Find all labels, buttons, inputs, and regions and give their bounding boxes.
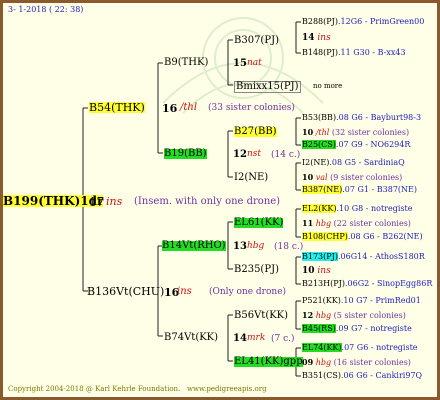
gen4-row: B25(CS).07 G9 - NO6294R [302, 140, 411, 149]
gen2-c-tag: hbg [247, 241, 265, 251]
gen2-d-note: (7 c.) [271, 334, 295, 344]
date-stamp: 3- 1-2018 ( 22: 38) [8, 5, 84, 14]
gen4-mating-row: 10 val (9 sister colonies) [302, 172, 403, 182]
gen4-row: B387(NE).07 G1 - B387(NE) [302, 185, 417, 194]
gen3-a2-note: no more [313, 82, 343, 90]
gen4-row: B108(CHP).08 G6 - B262(NE) [302, 232, 423, 241]
gen4-row: B45(RS).09 G7 - notregiste [302, 324, 412, 333]
gen4-mating-row: 10 ins [302, 266, 331, 276]
pedigree-chart: { "header": {"date": "3- 1-2018 ( 22: 38… [0, 0, 440, 400]
gen4-row: EL2(KK).10 G8 - notregiste [302, 204, 413, 213]
gen2-c-id: B14Vt(RHO) [162, 240, 226, 251]
gen4-row: EL74(KK).07 G6 - notregiste [302, 343, 418, 352]
gen4-row: B351(CS).06 G6 - Cankiri97Q [302, 371, 423, 380]
gen1-bottom-tag: ins [177, 286, 192, 297]
gen2-a-id: B9(THK) [164, 57, 209, 68]
gen4-mating-row: 11 hbg (22 sister colonies) [302, 218, 411, 228]
gen1-top-id: B54(THK) [89, 101, 145, 114]
gen1-top-num: 16 [162, 102, 178, 115]
gen4-mating-row: 10 /thl (32 sister colonies) [302, 127, 410, 137]
gen4-row: B213H(PJ).06G2 - SinopEgg86R [302, 279, 433, 288]
gen4-mating-row: 09 hbg (16 sister colonies) [302, 357, 411, 367]
gen1-bottom-id: B136Vt(CHU) [87, 285, 165, 298]
root-note: (Insem. with only one drone) [134, 196, 281, 207]
gen4-mating-row: 12 hbg (5 sister colonies) [302, 310, 406, 320]
footer-copyright: Copyright 2004-2018 @ Karl Kehrle Founda… [8, 385, 267, 393]
gen3-c2-id: B235(PJ) [234, 264, 279, 275]
footer-url[interactable]: www.pedigreeapis.org [187, 385, 267, 393]
gen2-d-num: 14 [233, 333, 247, 344]
gen1-bottom-note: (Only one drone) [209, 287, 287, 297]
gen3-d1-id: B56Vt(KK) [234, 310, 289, 321]
gen4-row: B148(PJ).11 G30 - B-xx43 [302, 48, 406, 57]
root-tag: ins [106, 195, 123, 208]
gen2-b-id: B19(BB) [164, 148, 207, 159]
gen2-b-tag: nst [247, 149, 262, 159]
gen3-b2-id: I2(NE) [234, 172, 269, 183]
gen2-c-note: (18 c.) [274, 242, 304, 252]
gen2-c-num: 13 [233, 241, 247, 252]
gen4-row: B53(BB).08 G6 - Bayburt98-3 [302, 113, 422, 122]
gen1-top-tag: /thl [180, 102, 198, 113]
gen3-b1-id: B27(BB) [234, 126, 277, 137]
gen4-row: P521(KK).10 G7 - PrimRed01 [302, 296, 421, 305]
gen2-a-tag: nat [247, 58, 262, 68]
gen4-row: B288(PJ).12G6 - PrimGreen00 [302, 17, 425, 26]
gen3-a1-id: B307(PJ) [234, 35, 279, 46]
gen4-row: B173(PJ).06G14 - AthosS180R [302, 252, 425, 261]
gen4-mating-row: 14 ins [302, 33, 331, 43]
gen3-d2-id: EL41(KK)gpp [234, 356, 303, 367]
gen2-d-tag: mrk [247, 333, 266, 343]
gen1-top-note: (33 sister colonies) [208, 103, 295, 113]
gen2-d-id: B74Vt(KK) [164, 332, 219, 343]
gen2-b-num: 12 [233, 149, 247, 160]
gen3-a2-id: Bmixx15(PJ) [234, 81, 301, 93]
gen4-row: I2(NE).08 G5 - SardiniaQ [302, 158, 405, 167]
gen3-c1-id: EL61(KK) [234, 217, 284, 228]
root-num: 17 [89, 195, 105, 209]
gen2-b-note: (14 c.) [271, 150, 301, 160]
gen2-a-num: 15 [233, 58, 247, 69]
